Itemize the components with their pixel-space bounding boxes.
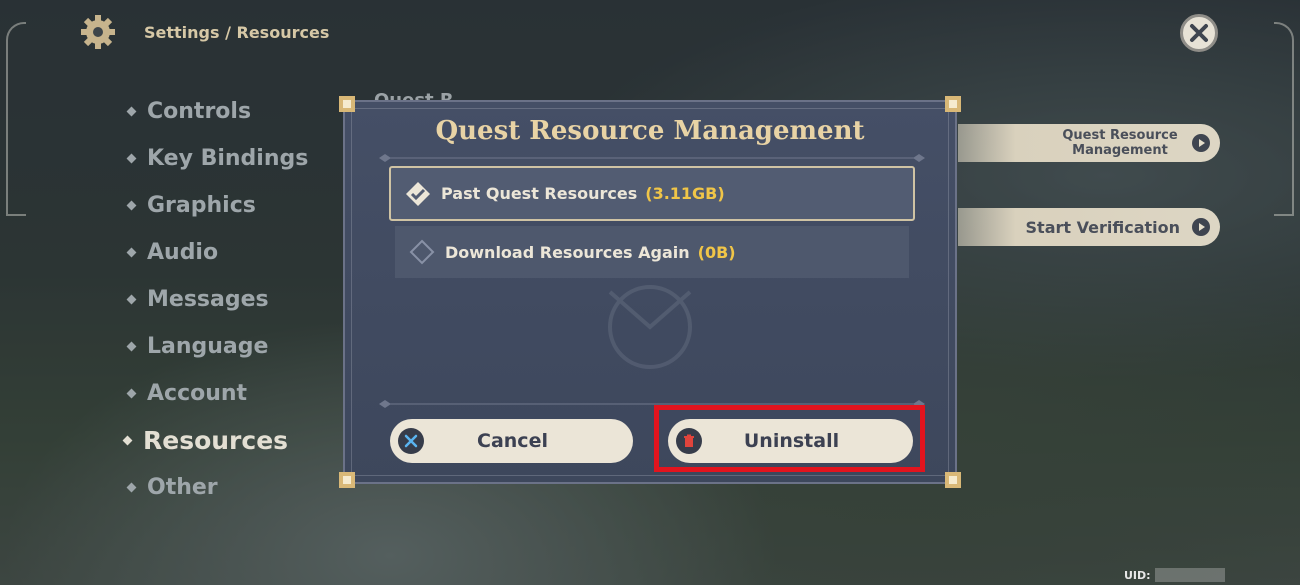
uid-redacted-value (1154, 568, 1225, 582)
sidebar-item-label: Key Bindings (147, 146, 309, 171)
diamond-bullet-icon (126, 482, 137, 493)
divider-ornament (379, 154, 925, 162)
settings-sidebar: Controls Key Bindings Graphics Audio Mes… (122, 88, 309, 511)
button-label: Start Verification (1025, 217, 1180, 237)
breadcrumb: Settings / Resources (144, 22, 330, 42)
uid-display: UID: (1124, 568, 1225, 582)
sidebar-item-label: Resources (143, 426, 289, 455)
header: Settings / Resources (78, 12, 329, 52)
start-verification-button[interactable]: Start Verification (958, 208, 1220, 246)
cancel-x-icon (398, 428, 424, 454)
sidebar-item-graphics[interactable]: Graphics (126, 182, 308, 229)
sidebar-item-audio[interactable]: Audio (126, 229, 308, 276)
sidebar-item-other[interactable]: Other (126, 464, 308, 511)
diamond-bullet-icon (126, 388, 137, 399)
uninstall-highlight-box (654, 405, 925, 472)
option-label: Past Quest Resources (441, 184, 638, 203)
option-size: (3.11GB) (645, 184, 725, 203)
button-label: Cancel (477, 430, 548, 452)
diamond-bullet-icon (126, 106, 137, 117)
uid-label: UID: (1124, 568, 1151, 582)
cancel-button[interactable]: Cancel (390, 419, 633, 463)
diamond-bullet-icon (126, 341, 137, 352)
diamond-bullet-icon (126, 200, 137, 211)
diamond-bullet-icon (126, 153, 137, 164)
button-label: Quest Resource Management (1062, 128, 1178, 158)
sidebar-item-label: Controls (147, 99, 252, 124)
arrow-right-icon (1192, 218, 1210, 236)
quest-resource-management-button[interactable]: Quest Resource Management (958, 124, 1220, 162)
gear-icon (81, 15, 115, 49)
sidebar-item-label: Audio (147, 240, 219, 265)
option-size: (0B) (697, 242, 736, 262)
arrow-right-icon (1192, 134, 1210, 152)
frame-right-decoration (1274, 22, 1294, 216)
corner-ornament-icon (339, 96, 355, 112)
diamond-bullet-icon (126, 294, 137, 305)
option-label: Download Resources Again (445, 242, 690, 262)
sidebar-item-messages[interactable]: Messages (126, 276, 308, 323)
sidebar-item-language[interactable]: Language (126, 323, 308, 370)
unchecked-diamond-icon (409, 239, 435, 265)
diamond-bullet-icon (126, 247, 137, 258)
frame-left-decoration (6, 22, 26, 216)
emblem-watermark-icon (608, 285, 692, 369)
sidebar-item-label: Graphics (147, 193, 256, 218)
close-button[interactable] (1180, 14, 1218, 52)
dialog-title: Quest Resource Management (435, 116, 865, 146)
close-icon (1190, 24, 1208, 42)
corner-ornament-icon (339, 472, 355, 488)
option-download-resources-again[interactable]: Download Resources Again (0B) (395, 226, 909, 278)
checked-diamond-icon (406, 181, 430, 206)
sidebar-item-label: Account (147, 381, 248, 406)
sidebar-item-resources[interactable]: Resources (122, 417, 308, 464)
corner-ornament-icon (945, 472, 961, 488)
sidebar-item-key-bindings[interactable]: Key Bindings (126, 135, 309, 182)
sidebar-item-label: Other (147, 475, 218, 500)
sidebar-item-label: Language (147, 334, 269, 359)
sidebar-item-label: Messages (147, 287, 269, 312)
sidebar-item-account[interactable]: Account (126, 370, 308, 417)
corner-ornament-icon (945, 96, 961, 112)
option-past-quest-resources[interactable]: Past Quest Resources (3.11GB) (389, 166, 915, 221)
sidebar-item-controls[interactable]: Controls (126, 88, 308, 135)
